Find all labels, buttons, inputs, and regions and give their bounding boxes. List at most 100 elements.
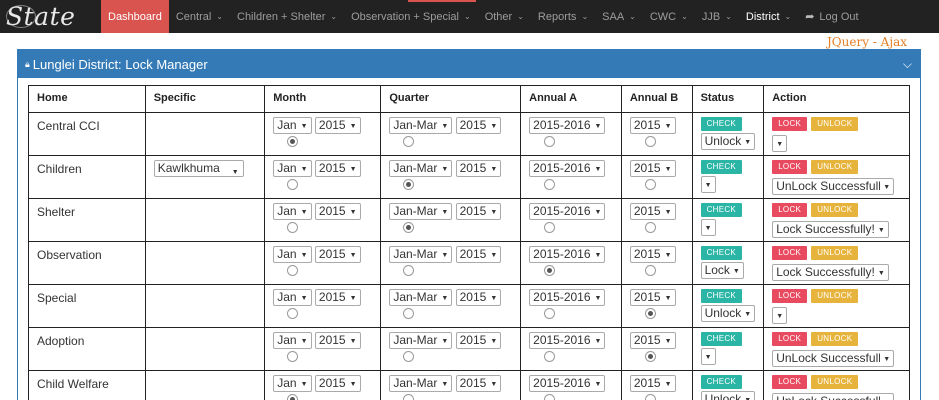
lock-button[interactable]: LOCK [772, 246, 808, 260]
annual-b-radio[interactable] [644, 394, 656, 400]
month-year-select[interactable]: 2015 ▼ [314, 203, 361, 220]
month-year-select[interactable]: 2015 ▼ [314, 332, 361, 349]
lock-button[interactable]: LOCK [772, 203, 808, 217]
unlock-button[interactable]: UNLOCK [811, 160, 859, 174]
nav-item-cwc[interactable]: CWC ⌄ [643, 0, 695, 33]
month-year-select[interactable]: 2015 ▼ [314, 375, 361, 392]
quarter-year-select[interactable]: 2015 ▼ [455, 203, 502, 220]
unlock-button[interactable]: UNLOCK [811, 289, 859, 303]
month-year-select[interactable]: 2015 ▼ [314, 160, 361, 177]
action-result-select[interactable]: Lock Successfully! ▼ [772, 264, 889, 281]
annual-a-select[interactable]: 2015-2016 ▼ [529, 289, 606, 306]
check-button[interactable]: CHECK [700, 332, 743, 346]
annual-a-radio[interactable] [544, 394, 556, 400]
nav-item-log-out[interactable]: ➦ Log Out [798, 0, 865, 33]
quarter-radio[interactable] [403, 394, 415, 400]
quarter-select[interactable]: Jan-Mar ▼ [389, 203, 453, 220]
quarter-select[interactable]: Jan-Mar ▼ [389, 289, 453, 306]
status-select[interactable]: ▼ [700, 176, 716, 193]
annual-a-radio[interactable] [544, 179, 556, 190]
nav-item-observation-special[interactable]: Observation + Special ⌄ [344, 0, 478, 33]
month-select[interactable]: Jan ▼ [273, 375, 312, 392]
check-button[interactable]: CHECK [700, 375, 743, 389]
quarter-select[interactable]: Jan-Mar ▼ [389, 332, 453, 349]
month-year-select[interactable]: 2015 ▼ [314, 289, 361, 306]
quarter-year-select[interactable]: 2015 ▼ [455, 332, 502, 349]
annual-a-select[interactable]: 2015-2016 ▼ [529, 203, 606, 220]
month-year-select[interactable]: 2015 ▼ [314, 246, 361, 263]
annual-a-radio[interactable] [544, 222, 556, 233]
nav-item-jjb[interactable]: JJB ⌄ [695, 0, 739, 33]
quarter-radio[interactable] [403, 308, 415, 319]
quarter-year-select[interactable]: 2015 ▼ [455, 117, 502, 134]
month-year-select[interactable]: 2015 ▼ [314, 117, 361, 134]
lock-button[interactable]: LOCK [772, 375, 808, 389]
quarter-radio[interactable] [403, 265, 415, 276]
quarter-year-select[interactable]: 2015 ▼ [455, 375, 502, 392]
unlock-button[interactable]: UNLOCK [811, 203, 859, 217]
chevron-down-icon[interactable]: ⌵ [903, 57, 912, 72]
annual-b-radio[interactable] [644, 179, 656, 190]
status-select[interactable]: ▼ [700, 219, 716, 236]
quarter-radio[interactable] [403, 136, 415, 147]
month-radio[interactable] [287, 136, 299, 147]
month-radio[interactable] [287, 179, 299, 190]
month-radio[interactable] [287, 222, 299, 233]
status-select[interactable]: Unlock▼ [700, 305, 756, 322]
quarter-select[interactable]: Jan-Mar ▼ [389, 160, 453, 177]
month-select[interactable]: Jan ▼ [273, 246, 312, 263]
check-button[interactable]: CHECK [700, 203, 743, 217]
annual-a-radio[interactable] [544, 136, 556, 147]
nav-item-children-shelter[interactable]: Children + Shelter ⌄ [230, 0, 344, 33]
brand-logo[interactable]: State [6, 1, 96, 31]
unlock-button[interactable]: UNLOCK [811, 117, 859, 131]
nav-item-reports[interactable]: Reports ⌄ [531, 0, 595, 33]
status-select[interactable]: Unlock▼ [700, 133, 756, 150]
lock-button[interactable]: LOCK [772, 289, 808, 303]
month-radio[interactable] [287, 265, 299, 276]
month-radio[interactable] [287, 308, 299, 319]
annual-a-radio[interactable] [544, 351, 556, 362]
annual-b-radio[interactable] [644, 136, 656, 147]
panel-heading[interactable]: 🔒︎ Lunglei District: Lock Manager ⌵ [18, 50, 920, 78]
quarter-select[interactable]: Jan-Mar ▼ [389, 246, 453, 263]
annual-a-radio[interactable] [544, 265, 556, 276]
quarter-radio[interactable] [403, 222, 415, 233]
status-select[interactable]: Unlock▼ [700, 391, 756, 400]
annual-a-select[interactable]: 2015-2016 ▼ [529, 375, 606, 392]
annual-a-select[interactable]: 2015-2016 ▼ [529, 332, 606, 349]
lock-button[interactable]: LOCK [772, 117, 808, 131]
nav-item-district[interactable]: District ⌄ [739, 0, 798, 33]
unlock-button[interactable]: UNLOCK [811, 332, 859, 346]
check-button[interactable]: CHECK [700, 160, 743, 174]
annual-b-select[interactable]: 2015 ▼ [629, 160, 676, 177]
quarter-year-select[interactable]: 2015 ▼ [455, 246, 502, 263]
action-result-select[interactable]: UnLock Successfully!▼ [772, 350, 895, 367]
check-button[interactable]: CHECK [700, 117, 743, 131]
annual-a-select[interactable]: 2015-2016 ▼ [529, 246, 606, 263]
nav-item-saa[interactable]: SAA ⌄ [595, 0, 643, 33]
annual-b-radio[interactable] [644, 308, 656, 319]
action-result-select[interactable]: Lock Successfully! ▼ [772, 221, 889, 238]
annual-b-select[interactable]: 2015 ▼ [629, 246, 676, 263]
annual-b-select[interactable]: 2015 ▼ [629, 203, 676, 220]
quarter-select[interactable]: Jan-Mar ▼ [389, 117, 453, 134]
quarter-radio[interactable] [403, 351, 415, 362]
annual-b-radio[interactable] [644, 265, 656, 276]
status-select[interactable]: ▼ [700, 348, 716, 365]
annual-a-select[interactable]: 2015-2016 ▼ [529, 117, 606, 134]
month-select[interactable]: Jan ▼ [273, 160, 312, 177]
month-select[interactable]: Jan ▼ [273, 332, 312, 349]
unlock-button[interactable]: UNLOCK [811, 375, 859, 389]
quarter-year-select[interactable]: 2015 ▼ [455, 160, 502, 177]
check-button[interactable]: CHECK [700, 246, 743, 260]
check-button[interactable]: CHECK [700, 289, 743, 303]
unlock-button[interactable]: UNLOCK [811, 246, 859, 260]
nav-item-central[interactable]: Central ⌄ [169, 0, 230, 33]
annual-b-select[interactable]: 2015 ▼ [629, 289, 676, 306]
quarter-radio[interactable] [403, 179, 415, 190]
nav-item-other[interactable]: Other ⌄ [478, 0, 531, 33]
annual-a-select[interactable]: 2015-2016 ▼ [529, 160, 606, 177]
month-select[interactable]: Jan ▼ [273, 289, 312, 306]
annual-b-select[interactable]: 2015 ▼ [629, 332, 676, 349]
